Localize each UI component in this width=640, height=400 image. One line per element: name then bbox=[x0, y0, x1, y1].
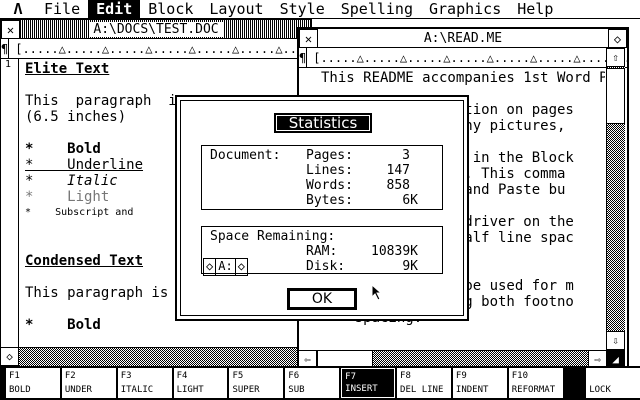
function-key-lock[interactable]: LOCK bbox=[586, 368, 640, 398]
window-title: A:\DOCS\TEST.DOC bbox=[89, 21, 223, 37]
function-key-indent[interactable]: F9 INDENT bbox=[452, 368, 507, 398]
function-key-number: F8 bbox=[400, 371, 411, 381]
menu-layout[interactable]: Layout bbox=[201, 0, 271, 19]
up-arrow-icon[interactable]: ⇧ bbox=[606, 48, 625, 67]
window-title-bar[interactable]: A:\READ.ME bbox=[299, 29, 627, 48]
menu-block[interactable]: Block bbox=[140, 0, 201, 19]
text-line[interactable]: Elite Text bbox=[25, 61, 295, 77]
function-key-italic[interactable]: F3 ITALIC bbox=[117, 368, 172, 398]
line-number: 1 bbox=[5, 59, 12, 70]
window-title: A:\READ.ME bbox=[419, 30, 507, 46]
function-key-number: F9 bbox=[455, 371, 467, 381]
ruler[interactable]: ¶ [.....△.....△.....△.....△.....△.....△.… bbox=[1, 39, 311, 59]
statistics-dialog: Statistics Document: Pages: 3 Lines: 147… bbox=[175, 95, 469, 321]
menu-file[interactable]: File bbox=[36, 0, 88, 19]
document-label: Document: bbox=[210, 148, 281, 163]
drive-next-icon[interactable]: ◇ bbox=[236, 259, 247, 275]
ruler-ticks[interactable]: [.....△.....△.....△.....△.....△.....△...… bbox=[9, 42, 311, 56]
down-arrow-icon[interactable]: ⇩ bbox=[606, 331, 625, 350]
pages-label: Pages: bbox=[306, 148, 353, 163]
words-value: 858 bbox=[386, 178, 410, 193]
menu-edit[interactable]: Edit bbox=[88, 0, 141, 19]
ruler[interactable]: ¶ [.....△.....△.....△.....△.....△.....△.… bbox=[299, 48, 627, 68]
vertical-scrollbar[interactable]: ⇧ ⇩ bbox=[606, 48, 625, 350]
close-box-icon[interactable]: ✕ bbox=[299, 29, 318, 48]
function-key-label: REFORMAT bbox=[511, 385, 556, 395]
drive-value[interactable]: A: bbox=[216, 259, 236, 275]
mouse-pointer-icon bbox=[371, 284, 383, 301]
function-key-label: BOLD bbox=[9, 385, 31, 395]
ok-button[interactable]: OK bbox=[287, 288, 357, 310]
function-key-label: LIGHT bbox=[176, 385, 204, 395]
drive-prev-icon[interactable]: ◇ bbox=[204, 259, 217, 275]
bytes-label: Bytes: bbox=[306, 193, 353, 208]
function-key-number: F2 bbox=[64, 371, 76, 381]
function-key-bold[interactable]: F1 BOLD bbox=[6, 368, 60, 398]
scroll-thumb[interactable] bbox=[606, 68, 625, 124]
pages-value: 3 bbox=[402, 148, 410, 163]
left-arrow-icon[interactable]: ◇ bbox=[0, 347, 19, 366]
function-key-under[interactable]: F2 UNDER bbox=[61, 368, 116, 398]
document-stats-box: Document: Pages: 3 Lines: 147 Words: 858… bbox=[201, 145, 443, 210]
function-key-light[interactable]: F4 LIGHT bbox=[173, 368, 228, 398]
menu-help[interactable]: Help bbox=[509, 0, 561, 19]
space-remaining-label: Space Remaining: bbox=[210, 229, 336, 244]
words-label: Words: bbox=[306, 178, 353, 193]
function-key-label: SUPER bbox=[232, 385, 260, 395]
menu-style[interactable]: Style bbox=[272, 0, 333, 19]
function-key-number: F3 bbox=[120, 371, 132, 381]
function-key-label: UNDER bbox=[64, 385, 92, 395]
disk-label: Disk: bbox=[306, 259, 346, 274]
ram-label: RAM: bbox=[306, 244, 338, 259]
function-key-number: F4 bbox=[176, 371, 188, 381]
function-key-label: INSERT bbox=[345, 384, 378, 394]
bytes-value: 6K bbox=[402, 193, 418, 208]
menu-bar: Λ File Edit Block Layout Style Spelling … bbox=[0, 0, 640, 19]
lines-value: 147 bbox=[386, 163, 410, 178]
function-key-label: ITALIC bbox=[120, 385, 154, 395]
function-key-label: SUB bbox=[288, 385, 305, 395]
pilcrow-icon[interactable]: ¶ bbox=[1, 39, 10, 58]
menu-spelling[interactable]: Spelling bbox=[333, 0, 421, 19]
left-margin: 1 bbox=[1, 59, 19, 347]
menu-graphics[interactable]: Graphics bbox=[421, 0, 509, 19]
function-key-number: F6 bbox=[288, 371, 300, 381]
fuller-icon[interactable]: ◇ bbox=[608, 29, 627, 48]
text-line[interactable] bbox=[25, 77, 295, 93]
disk-value: 9K bbox=[402, 259, 418, 274]
function-key-label: DEL LINE bbox=[400, 385, 444, 395]
atari-logo-icon[interactable]: Λ bbox=[0, 0, 36, 18]
function-key-reformat[interactable]: F10 REFORMAT bbox=[508, 368, 563, 398]
text-line[interactable]: This README accompanies 1st Word Pl bbox=[321, 70, 605, 86]
horizontal-scrollbar[interactable]: ◇ bbox=[0, 347, 311, 366]
lines-label: Lines: bbox=[306, 163, 353, 178]
function-key-label: LOCK bbox=[589, 385, 611, 395]
ruler-ticks[interactable]: [.....△.....△.....△.....△.....△.....△...… bbox=[307, 51, 627, 65]
function-key-bar: F1 BOLD F2 UNDER F3 ITALIC F4 LIGHT F5 SUPER F6 SUB… bbox=[0, 366, 640, 400]
function-key-label: INDENT bbox=[455, 385, 489, 395]
function-key-sub[interactable]: F6 SUB bbox=[285, 368, 340, 398]
function-key-super[interactable]: F5 SUPER bbox=[229, 368, 284, 398]
dialog-title: Statistics bbox=[274, 113, 372, 133]
close-box-icon[interactable]: ✕ bbox=[1, 20, 20, 39]
pilcrow-icon[interactable]: ¶ bbox=[299, 48, 308, 67]
function-key-number: F10 bbox=[511, 371, 529, 381]
function-key-number: F1 bbox=[9, 371, 20, 381]
drive-selector: ◇ A: ◇ bbox=[203, 258, 248, 276]
window-title-bar[interactable]: A:\DOCS\TEST.DOC bbox=[1, 20, 311, 39]
function-key-del-line[interactable]: F8 DEL LINE bbox=[397, 368, 451, 398]
ram-value: 10839K bbox=[371, 244, 418, 259]
function-key-insert[interactable]: F7 INSERT bbox=[341, 368, 396, 398]
function-key-number: F5 bbox=[232, 371, 244, 381]
function-key-number: F7 bbox=[345, 372, 356, 382]
